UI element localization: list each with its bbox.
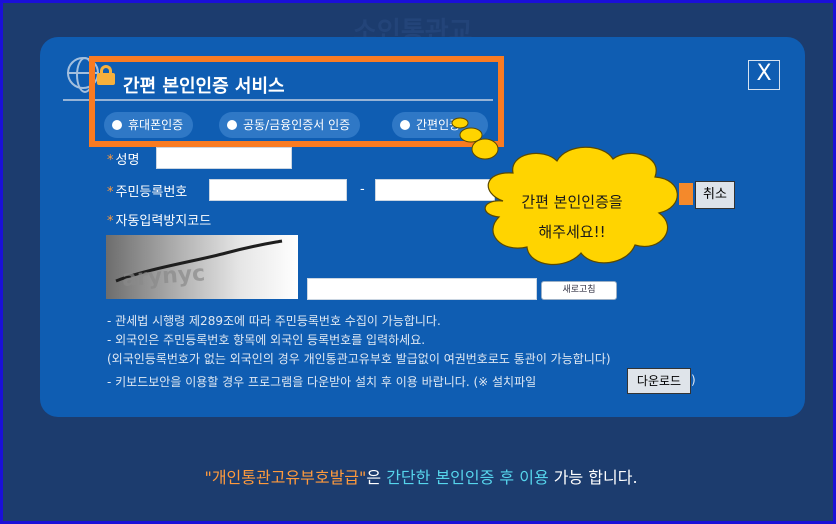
- auth-option-label: 공동/금융인증서 인증: [243, 118, 351, 132]
- rrn-front-field[interactable]: [209, 179, 347, 201]
- captcha-image: arynyc: [106, 235, 298, 299]
- note-line: (외국인등록번호가 없는 외국인의 경우 개인통관고유부호 발급없이 여권번호로…: [107, 352, 611, 366]
- captcha-label: * 자동입력방지코드: [107, 214, 212, 229]
- name-field[interactable]: [156, 147, 292, 169]
- rrn-label: * 주민등록번호: [107, 185, 188, 200]
- globe-icon: [67, 57, 99, 93]
- radio-dot-icon: [112, 120, 122, 130]
- page-frame: 소인통관교 터 간편 본인인증 서비스 X 휴대폰인증 공동/금융인증서 인증 …: [0, 0, 836, 524]
- cancel-button[interactable]: 취소: [695, 181, 735, 209]
- auth-option-certificate[interactable]: 공동/금융인증서 인증: [219, 112, 361, 138]
- svg-text:arynyc: arynyc: [121, 261, 206, 292]
- auth-option-mobile[interactable]: 휴대폰인증: [104, 112, 194, 138]
- lock-icon: [97, 65, 115, 85]
- radio-dot-icon: [400, 120, 410, 130]
- note-line: - 외국인은 주민등록번호 항목에 외국인 등록번호를 입력하세요.: [107, 333, 426, 347]
- note-line: - 키보드보안을 이용할 경우 프로그램을 다운받아 설치 후 이용 바랍니다.…: [107, 375, 537, 389]
- auth-option-label: 휴대폰인증: [128, 118, 184, 132]
- name-label: * 성명: [107, 153, 140, 168]
- refresh-button[interactable]: 새로고침: [541, 281, 617, 300]
- download-button[interactable]: 다운로드: [627, 368, 691, 394]
- callout-text: 간편 본인인증을 해주세요!!: [521, 193, 623, 241]
- footer-message: "개인통관고유부호발급"은 간단한 본인인증 후 이용 가능 합니다.: [204, 468, 638, 487]
- rrn-separator: -: [360, 182, 365, 197]
- modal-title: 간편 본인인증 서비스: [123, 76, 285, 97]
- note-line: - 관세법 시행령 제289조에 따라 주민등록번호 수집이 가능합니다.: [107, 314, 441, 328]
- close-button[interactable]: X: [748, 60, 780, 90]
- radio-dot-icon: [227, 120, 237, 130]
- title-divider: [63, 99, 493, 101]
- note-paren: ): [691, 373, 696, 387]
